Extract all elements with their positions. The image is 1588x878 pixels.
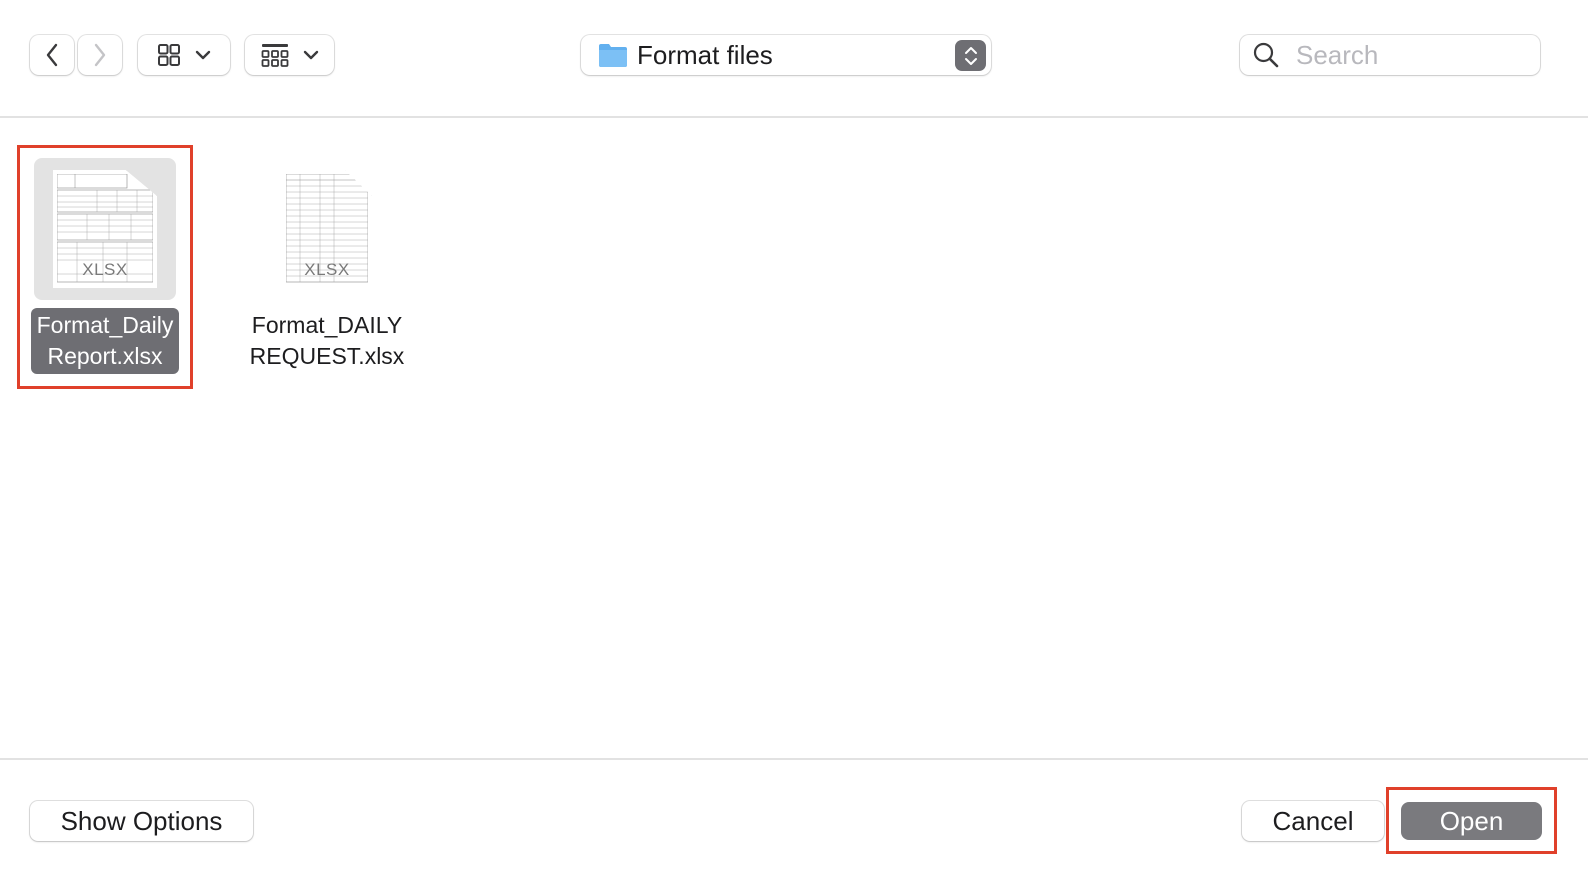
group-mode-button[interactable] xyxy=(245,35,334,75)
icon-grid-icon xyxy=(158,44,180,66)
file-name-line: Format_Daily xyxy=(36,312,174,338)
file-browser: XLSX Format_Daily Report.xlsx XLSX Forma… xyxy=(0,118,1588,758)
search-field[interactable] xyxy=(1240,35,1540,75)
file-name-line: Report.xlsx xyxy=(47,343,163,369)
spreadsheet-document-icon: XLSX xyxy=(282,170,372,288)
file-name-line: REQUEST.xlsx xyxy=(249,343,405,369)
file-name: Format_Daily Report.xlsx xyxy=(30,308,180,374)
file-thumbnail: XLSX xyxy=(34,158,176,300)
open-file-dialog: Format files Search XLSX Format_Daily Re… xyxy=(0,0,1588,878)
open-button[interactable]: Open xyxy=(1401,802,1542,840)
file-item[interactable]: XLSX Format_DAILY REQUEST.xlsx xyxy=(238,158,416,374)
folder-icon xyxy=(599,44,627,67)
gallery-grid-icon xyxy=(261,44,288,67)
view-mode-button[interactable] xyxy=(138,35,230,75)
chevron-left-icon xyxy=(46,43,58,67)
search-input[interactable] xyxy=(1294,38,1528,72)
file-thumbnail: XLSX xyxy=(256,158,398,300)
file-type-label: XLSX xyxy=(304,260,350,279)
file-name: Format_DAILY REQUEST.xlsx xyxy=(244,308,411,374)
file-type-label: XLSX xyxy=(82,260,128,279)
search-icon xyxy=(1253,42,1279,68)
toolbar: Format files xyxy=(0,0,1588,118)
chevron-down-icon xyxy=(303,50,318,60)
dialog-footer: Show Options Cancel Open xyxy=(0,758,1588,878)
location-stepper[interactable] xyxy=(955,40,986,71)
location-label: Format files xyxy=(637,39,773,70)
file-item-selected[interactable]: XLSX Format_Daily Report.xlsx xyxy=(17,145,193,389)
show-options-button[interactable]: Show Options xyxy=(30,801,253,841)
chevron-right-icon xyxy=(94,43,106,67)
cancel-button[interactable]: Cancel xyxy=(1242,801,1384,841)
up-down-chevron-icon xyxy=(964,46,977,65)
location-popup[interactable]: Format files xyxy=(581,35,991,75)
file-name-line: Format_DAILY xyxy=(251,312,403,338)
back-button[interactable] xyxy=(30,35,74,75)
navigation-buttons xyxy=(30,35,122,75)
chevron-down-icon xyxy=(195,50,211,60)
spreadsheet-document-icon: XLSX xyxy=(53,170,157,288)
forward-button[interactable] xyxy=(78,35,122,75)
